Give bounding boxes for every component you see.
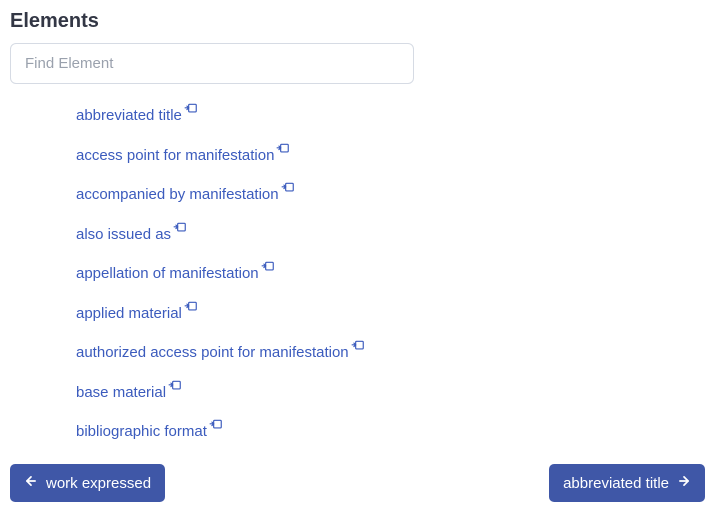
list-item: appellation of manifestation — [10, 264, 414, 284]
element-link[interactable]: authorized access point for manifestatio… — [76, 343, 349, 363]
list-item: authorized access point for manifestatio… — [10, 343, 414, 363]
element-link[interactable]: applied material — [76, 304, 182, 324]
open-in-panel-icon[interactable] — [261, 260, 275, 274]
element-link[interactable]: base material — [76, 383, 166, 403]
open-in-panel-icon[interactable] — [351, 339, 365, 353]
section-title: Elements — [10, 10, 705, 33]
list-item: bibliographic format — [10, 422, 414, 442]
element-link[interactable]: abbreviated title — [76, 106, 182, 126]
open-in-panel-icon[interactable] — [168, 379, 182, 393]
list-item: also issued as — [10, 225, 414, 245]
element-link[interactable]: bibliographic format — [76, 422, 207, 442]
element-link[interactable]: access point for manifestation — [76, 146, 274, 166]
list-item: accompanied by manifestation — [10, 185, 414, 205]
open-in-panel-icon[interactable] — [184, 300, 198, 314]
find-element-input[interactable] — [10, 43, 414, 84]
open-in-panel-icon[interactable] — [209, 418, 223, 432]
next-button[interactable]: abbreviated title — [549, 464, 705, 502]
open-in-panel-icon[interactable] — [184, 102, 198, 116]
list-item: applied material — [10, 304, 414, 324]
arrow-left-icon — [24, 474, 38, 492]
element-link[interactable]: appellation of manifestation — [76, 264, 259, 284]
list-item: access point for manifestation — [10, 146, 414, 166]
list-item: base material — [10, 383, 414, 403]
open-in-panel-icon[interactable] — [276, 142, 290, 156]
open-in-panel-icon[interactable] — [281, 181, 295, 195]
element-link[interactable]: accompanied by manifestation — [76, 185, 279, 205]
list-item: abbreviated title — [10, 106, 414, 126]
elements-list[interactable]: abbreviated title access point for manife… — [10, 90, 414, 446]
prev-button-label: work expressed — [46, 475, 151, 492]
open-in-panel-icon[interactable] — [173, 221, 187, 235]
element-link[interactable]: also issued as — [76, 225, 171, 245]
next-button-label: abbreviated title — [563, 475, 669, 492]
arrow-right-icon — [677, 474, 691, 492]
prev-button[interactable]: work expressed — [10, 464, 165, 502]
